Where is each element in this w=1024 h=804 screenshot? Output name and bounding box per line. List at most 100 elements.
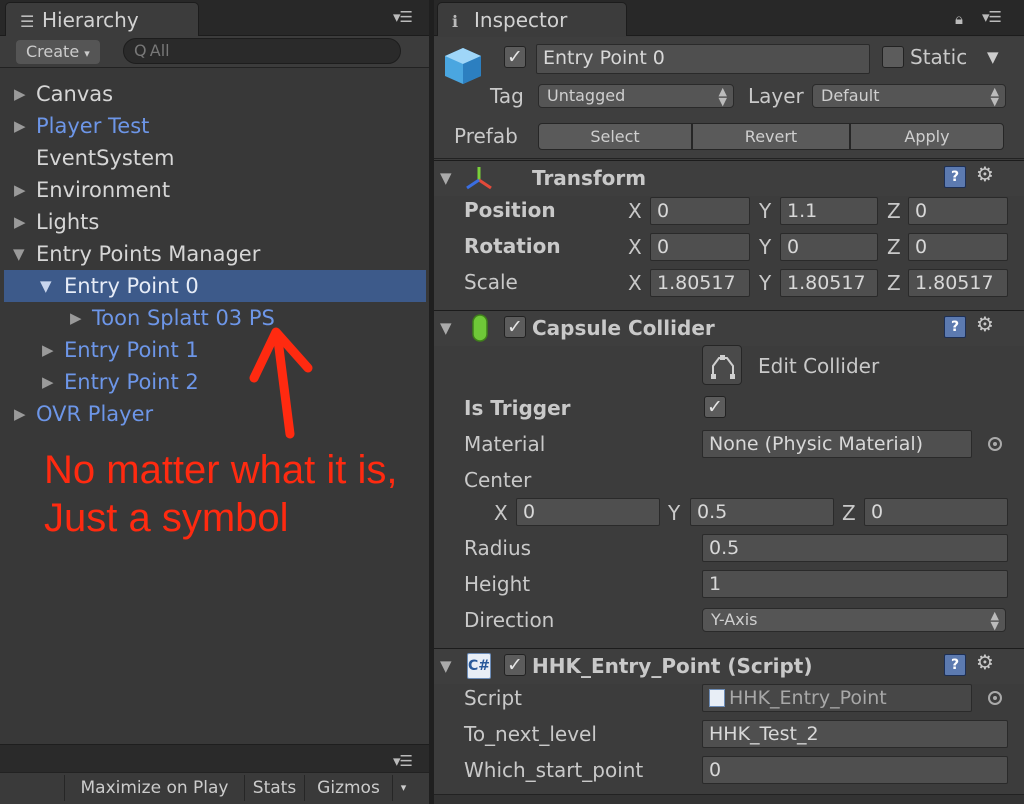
- position-x-field[interactable]: 0: [650, 197, 750, 225]
- is-trigger-checkbox[interactable]: ✓: [704, 396, 726, 418]
- center-z-field[interactable]: 0: [864, 498, 1008, 526]
- scale-y-field[interactable]: 1.80517: [780, 269, 878, 297]
- static-checkbox[interactable]: [882, 46, 904, 68]
- expand-arrow-icon[interactable]: ▶: [14, 174, 32, 206]
- create-button[interactable]: Create ▾: [16, 40, 100, 64]
- axis-z-label: Z: [887, 235, 901, 259]
- axis-z-label: Z: [842, 501, 856, 525]
- axis-x-label: X: [628, 271, 642, 295]
- center-y-field[interactable]: 0.5: [690, 498, 834, 526]
- transform-axes-icon: [466, 167, 492, 190]
- tab-inspector[interactable]: ℹ Inspector: [437, 2, 627, 36]
- axis-z-label: Z: [887, 271, 901, 295]
- prefab-apply-button[interactable]: Apply: [850, 123, 1004, 150]
- maximize-on-play-button[interactable]: Maximize on Play: [64, 775, 244, 801]
- object-picker-icon[interactable]: [988, 691, 1002, 705]
- height-field[interactable]: 1: [702, 570, 1008, 598]
- layer-dropdown[interactable]: Default ▲ ▼: [812, 84, 1006, 108]
- help-icon[interactable]: ?: [944, 654, 966, 676]
- collapse-arrow-icon[interactable]: ▼: [440, 319, 452, 337]
- hierarchy-item-toon-splatt[interactable]: ▶ Toon Splatt 03 PS: [0, 302, 429, 334]
- position-z-field[interactable]: 0: [908, 197, 1008, 225]
- static-label: Static: [910, 45, 968, 69]
- radius-field[interactable]: 0.5: [702, 534, 1008, 562]
- axis-y-label: Y: [668, 501, 681, 525]
- tag-dropdown[interactable]: Untagged ▲ ▼: [538, 84, 734, 108]
- expand-arrow-icon[interactable]: ▶: [70, 302, 88, 334]
- axis-y-label: Y: [759, 271, 772, 295]
- to-next-level-field[interactable]: HHK_Test_2: [702, 720, 1008, 748]
- script-field[interactable]: HHK_Entry_Point: [702, 684, 972, 712]
- hierarchy-item-lights[interactable]: ▶ Lights: [0, 206, 429, 238]
- inspector-panel-menu-icon[interactable]: ▾☰: [982, 8, 1002, 26]
- hierarchy-item-environment[interactable]: ▶ Environment: [0, 174, 429, 206]
- gizmos-button[interactable]: Gizmos: [304, 775, 392, 801]
- center-x-field[interactable]: 0: [516, 498, 660, 526]
- gizmos-dropdown-icon[interactable]: ▾: [392, 775, 414, 801]
- expand-arrow-icon[interactable]: ▶: [42, 334, 60, 366]
- annotation-arrow: [249, 327, 313, 439]
- hierarchy-item-entry-point-0[interactable]: ▼ Entry Point 0: [4, 270, 426, 302]
- object-name-field[interactable]: Entry Point 0: [536, 44, 870, 74]
- axis-z-label: Z: [887, 199, 901, 223]
- capsule-enabled-checkbox[interactable]: ✓: [504, 316, 526, 338]
- transform-header[interactable]: [434, 160, 1024, 196]
- active-checkbox[interactable]: ✓: [504, 46, 526, 68]
- script-component-title: HHK_Entry_Point (Script): [532, 654, 813, 678]
- script-file-icon: [709, 689, 725, 707]
- which-start-point-field[interactable]: 0: [702, 756, 1008, 784]
- hierarchy-item-entry-point-2[interactable]: ▶ Entry Point 2: [0, 366, 429, 398]
- script-enabled-checkbox[interactable]: ✓: [504, 654, 526, 676]
- hierarchy-item-entry-points-manager[interactable]: ▼ Entry Points Manager: [0, 238, 429, 270]
- hierarchy-item-eventsystem[interactable]: EventSystem: [0, 142, 429, 174]
- expand-arrow-icon[interactable]: ▶: [42, 366, 60, 398]
- help-icon[interactable]: ?: [944, 166, 966, 188]
- capsule-icon: [472, 314, 488, 342]
- edit-collider-button[interactable]: [702, 345, 742, 385]
- collapse-arrow-icon[interactable]: ▼: [440, 657, 452, 675]
- expand-arrow-icon[interactable]: ▶: [14, 78, 32, 110]
- hierarchy-item-player-test[interactable]: ▶ Player Test: [0, 110, 429, 142]
- gear-icon[interactable]: ⚙: [976, 162, 994, 186]
- static-dropdown-icon[interactable]: ▼: [987, 48, 999, 66]
- annotation-text: No matter what it is, Just a symbol: [44, 448, 398, 540]
- hierarchy-search-input[interactable]: Q All: [123, 38, 401, 64]
- center-label: Center: [464, 468, 532, 492]
- is-trigger-label: Is Trigger: [464, 396, 571, 420]
- prefab-label: Prefab: [454, 124, 518, 148]
- collapse-arrow-icon[interactable]: ▼: [40, 270, 58, 302]
- expand-arrow-icon[interactable]: ▶: [14, 398, 32, 430]
- direction-dropdown[interactable]: Y-Axis ▲ ▼: [702, 608, 1006, 632]
- rotation-x-field[interactable]: 0: [650, 233, 750, 261]
- rotation-z-field[interactable]: 0: [908, 233, 1008, 261]
- expand-arrow-icon[interactable]: ▶: [14, 206, 32, 238]
- hierarchy-item-ovr-player[interactable]: ▶ OVR Player: [0, 398, 429, 430]
- gear-icon[interactable]: ⚙: [976, 650, 994, 674]
- edit-collider-icon: [711, 355, 735, 379]
- axis-x-label: X: [494, 501, 508, 525]
- object-picker-icon[interactable]: [988, 437, 1002, 451]
- hierarchy-item-entry-point-1[interactable]: ▶ Entry Point 1: [0, 334, 429, 366]
- prefab-revert-button[interactable]: Revert: [692, 123, 850, 150]
- collapse-arrow-icon[interactable]: ▼: [440, 169, 452, 187]
- rotation-y-field[interactable]: 0: [780, 233, 878, 261]
- gear-icon[interactable]: ⚙: [976, 312, 994, 336]
- scale-x-field[interactable]: 1.80517: [650, 269, 750, 297]
- expand-arrow-icon[interactable]: ▶: [14, 110, 32, 142]
- game-view-menu-icon[interactable]: ▾☰: [393, 752, 413, 770]
- help-icon[interactable]: ?: [944, 316, 966, 338]
- material-field[interactable]: None (Physic Material): [702, 430, 972, 458]
- updown-arrows-icon: ▲ ▼: [990, 85, 999, 108]
- scale-z-field[interactable]: 1.80517: [908, 269, 1008, 297]
- hierarchy-item-canvas[interactable]: ▶ Canvas: [0, 78, 429, 110]
- direction-label: Direction: [464, 608, 555, 632]
- tab-hierarchy[interactable]: ☰ Hierarchy: [5, 2, 199, 36]
- position-y-field[interactable]: 1.1: [780, 197, 878, 225]
- stats-button[interactable]: Stats: [244, 775, 304, 801]
- prefab-select-button[interactable]: Select: [538, 123, 692, 150]
- axis-y-label: Y: [759, 199, 772, 223]
- hierarchy-panel-menu-icon[interactable]: ▾☰: [393, 8, 413, 26]
- lock-icon[interactable]: 🔒︎: [955, 10, 963, 28]
- gameobject-cube-icon: [445, 48, 481, 84]
- collapse-arrow-icon[interactable]: ▼: [13, 238, 31, 270]
